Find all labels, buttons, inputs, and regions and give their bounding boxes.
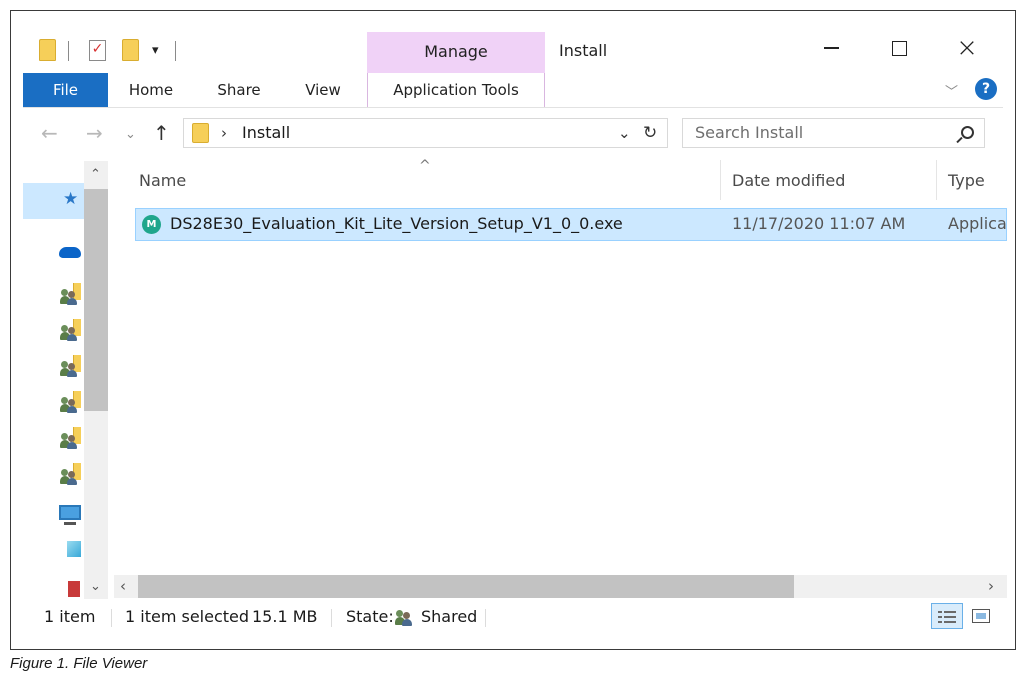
- folder-icon: [39, 39, 56, 61]
- sort-ascending-icon: ^: [419, 158, 431, 174]
- maximize-button[interactable]: [876, 31, 922, 65]
- properties-check-icon[interactable]: ✓: [89, 40, 106, 61]
- tab-share[interactable]: Share: [203, 73, 275, 107]
- this-pc-icon[interactable]: [59, 505, 81, 520]
- address-bar[interactable]: › Install ⌄ ↻: [183, 118, 668, 148]
- horizontal-scrollbar[interactable]: ‹ ›: [114, 575, 1007, 598]
- new-folder-icon[interactable]: [122, 39, 139, 61]
- tab-view[interactable]: View: [287, 73, 359, 107]
- status-selection: 1 item selected: [125, 607, 250, 626]
- help-icon[interactable]: ?: [975, 78, 997, 100]
- up-arrow-icon[interactable]: ↑: [153, 123, 170, 143]
- toolbar-separator: [175, 41, 176, 61]
- path-separator-icon: ›: [221, 124, 227, 142]
- ribbon-divider: [23, 107, 1003, 108]
- file-name[interactable]: DS28E30_Evaluation_Kit_Lite_Version_Setu…: [170, 214, 623, 233]
- shared-folder-icon[interactable]: [60, 319, 81, 341]
- address-dropdown-icon[interactable]: ⌄: [618, 124, 631, 142]
- tab-application-tools[interactable]: Application Tools: [367, 73, 545, 107]
- address-path[interactable]: Install: [242, 123, 290, 142]
- shared-folder-icon[interactable]: [60, 391, 81, 413]
- shared-folder-icon[interactable]: [60, 463, 81, 485]
- search-input[interactable]: Search Install: [695, 123, 803, 142]
- forward-arrow-icon[interactable]: →: [86, 123, 103, 143]
- column-divider[interactable]: [720, 160, 721, 200]
- toolbar-separator: [68, 41, 69, 61]
- minimize-button[interactable]: [808, 31, 854, 65]
- customize-dropdown-icon[interactable]: ▾: [152, 43, 159, 59]
- scroll-down-icon[interactable]: ⌄: [90, 579, 101, 594]
- quick-access-pin-icon: ★: [63, 189, 79, 209]
- table-row[interactable]: M DS28E30_Evaluation_Kit_Lite_Version_Se…: [135, 208, 1007, 241]
- refresh-icon[interactable]: ↻: [643, 123, 657, 143]
- manage-label: Manage: [424, 42, 488, 61]
- shared-folder-icon[interactable]: [60, 283, 81, 305]
- nav-pane-scrollbar[interactable]: ⌃ ⌄: [84, 161, 108, 599]
- search-icon[interactable]: [956, 126, 977, 144]
- details-view-icon: [938, 608, 956, 624]
- scroll-up-icon[interactable]: ⌃: [90, 167, 101, 182]
- tab-file[interactable]: File: [23, 73, 108, 107]
- shared-state-icon: [395, 608, 413, 626]
- large-icons-view-button[interactable]: [968, 603, 994, 629]
- scroll-right-icon[interactable]: ›: [988, 577, 994, 595]
- file-explorer-window: ✓ ▾ Manage Install × File Home Share Vie…: [10, 10, 1016, 650]
- maximize-icon: [891, 40, 907, 56]
- status-divider: [331, 609, 332, 627]
- folder-icon: [192, 123, 209, 143]
- scroll-left-icon[interactable]: ‹: [120, 577, 126, 595]
- column-header-name[interactable]: Name: [139, 171, 186, 190]
- details-view-button[interactable]: [931, 603, 963, 629]
- nav-item-quick-access[interactable]: ★: [23, 183, 84, 219]
- tab-home[interactable]: Home: [115, 73, 187, 107]
- expand-ribbon-icon[interactable]: ﹀: [945, 81, 958, 100]
- onedrive-icon[interactable]: [59, 247, 81, 258]
- this-pc-stand: [64, 522, 76, 525]
- back-arrow-icon[interactable]: ←: [41, 123, 58, 143]
- column-header-type[interactable]: Type: [948, 171, 985, 190]
- horizontal-scroll-thumb[interactable]: [138, 575, 794, 598]
- status-size: 15.1 MB: [252, 607, 318, 626]
- status-state-label: State:: [346, 607, 394, 626]
- status-divider: [111, 609, 112, 627]
- status-state-value: Shared: [421, 607, 478, 626]
- shared-folder-icon[interactable]: [60, 427, 81, 449]
- shared-folder-icon[interactable]: [60, 355, 81, 377]
- column-divider[interactable]: [936, 160, 937, 200]
- large-icons-view-icon: [972, 609, 990, 623]
- minimize-icon: [823, 47, 839, 49]
- application-exe-icon: M: [142, 215, 161, 234]
- file-type: Applica: [948, 214, 1007, 233]
- 3d-objects-icon[interactable]: [67, 541, 81, 557]
- close-button[interactable]: ×: [944, 31, 990, 65]
- network-drive-icon[interactable]: [68, 581, 80, 597]
- recent-locations-icon[interactable]: ⌄: [125, 127, 136, 142]
- figure-caption: Figure 1. File Viewer: [10, 655, 148, 672]
- nav-scroll-thumb[interactable]: [84, 189, 108, 411]
- status-divider: [485, 609, 486, 627]
- window-title: Install: [559, 41, 608, 60]
- search-box[interactable]: Search Install: [682, 118, 985, 148]
- manage-tab-group: Manage: [367, 32, 545, 74]
- column-header-date-modified[interactable]: Date modified: [732, 171, 845, 190]
- close-icon: ×: [956, 33, 978, 63]
- status-item-count: 1 item: [44, 607, 96, 626]
- file-date-modified: 11/17/2020 11:07 AM: [732, 214, 906, 233]
